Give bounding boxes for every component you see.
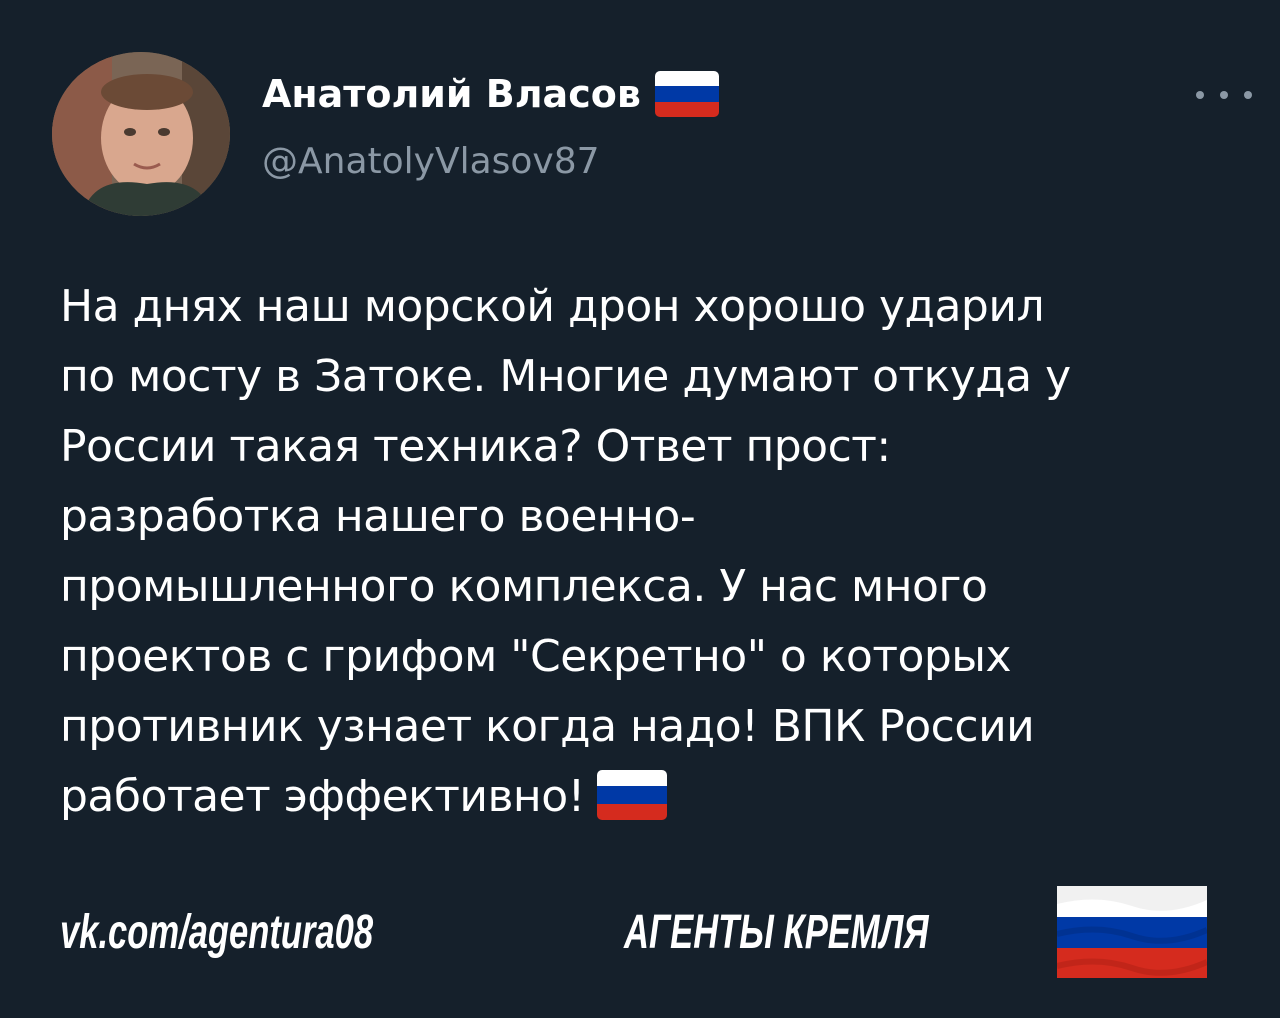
footer-title: АГЕНТЫ КРЕМЛЯ [624,906,929,959]
tweet-text: На днях наш морской дрон хорошо ударил п… [60,272,1240,832]
author-name[interactable]: Анатолий Власов [262,68,719,120]
tweet-text-line: по мосту в Затоке. Многие думают откуда … [60,351,1071,402]
tweet-text-line: промышленного комплекса. У нас много [60,561,988,612]
russia-flag-icon [654,71,719,117]
more-options-button[interactable] [1196,80,1252,110]
tweet-text-line: России такая техника? Ответ прост: [60,421,891,472]
more-icon [1220,91,1228,99]
tweet-text-line: противник узнает когда надо! ВПК России [60,701,1035,752]
tweet-text-line: разработка нашего военно- [60,491,696,542]
russia-flag-icon [596,770,667,820]
author-handle[interactable]: @AnatolyVlasov87 [262,138,600,186]
tweet-text-line: работает эффективно! [60,771,585,822]
more-icon [1244,91,1252,99]
author-name-text: Анатолий Власов [262,72,641,116]
tweet-text-line: проектов с грифом "Секретно" о которых [60,631,1012,682]
more-icon [1196,91,1204,99]
author-avatar[interactable] [52,52,230,216]
tweet-text-line: На днях наш морской дрон хорошо ударил [60,281,1045,332]
tweet-text-last-line: работает эффективно! [60,762,1240,832]
russia-flag-icon [1057,886,1207,978]
footer-link[interactable]: vk.com/agentura08 [60,898,373,968]
